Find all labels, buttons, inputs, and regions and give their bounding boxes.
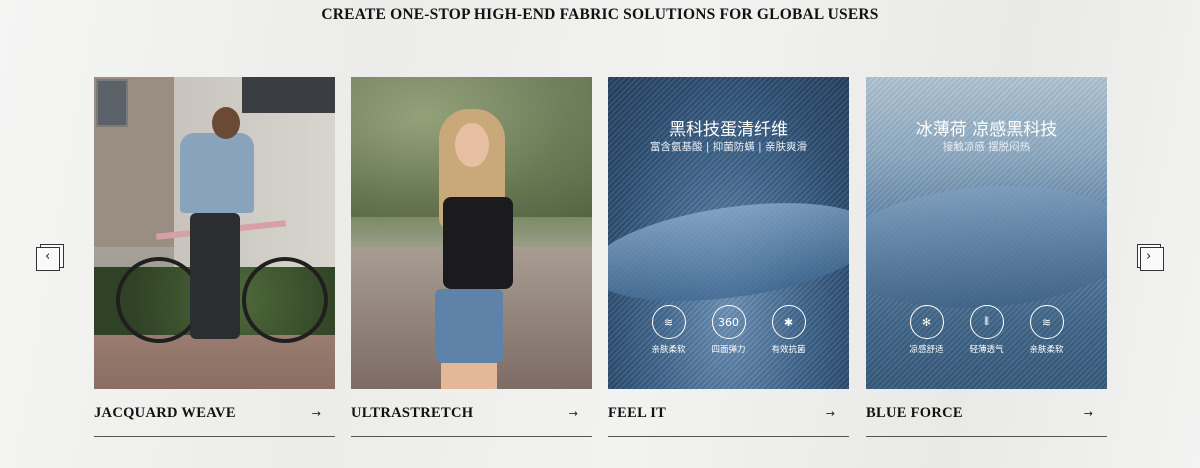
wave-icon: ≋ bbox=[651, 305, 686, 339]
card-caption[interactable]: FEEL IT → bbox=[608, 389, 849, 437]
wave-icon: ≋ bbox=[1029, 305, 1064, 339]
feature-badge: ≋ 亲肤柔软 bbox=[1027, 305, 1067, 355]
product-card-blue-force[interactable]: 冰薄荷 凉感黑科技 接触凉感 摆脱闷热 ✻ 凉感舒适 ⫴ 轻薄透气 ≋ 亲肤柔软… bbox=[866, 77, 1107, 437]
feature-badges: ≋ 亲肤柔软 360 四面弹力 ✱ 有效抗菌 bbox=[608, 305, 849, 355]
card-title[interactable]: BLUE FORCE bbox=[866, 405, 963, 422]
card-caption[interactable]: ULTRASTRETCH → bbox=[351, 389, 592, 437]
next-button-face bbox=[1140, 247, 1164, 271]
feature-badge-label: 四面弹力 bbox=[711, 345, 746, 355]
arrow-right-icon[interactable]: → bbox=[826, 407, 835, 420]
overlay-title: 黑科技蛋清纤维 bbox=[669, 120, 788, 140]
arrow-right-icon[interactable]: → bbox=[1084, 407, 1093, 420]
card-title[interactable]: JACQUARD WEAVE bbox=[94, 405, 236, 422]
product-photo-denim-fabric[interactable]: 冰薄荷 凉感黑科技 接触凉感 摆脱闷热 ✻ 凉感舒适 ⫴ 轻薄透气 ≋ 亲肤柔软 bbox=[866, 77, 1107, 389]
feature-badge: ≋ 亲肤柔软 bbox=[649, 305, 689, 355]
card-caption[interactable]: BLUE FORCE → bbox=[866, 389, 1107, 437]
card-title[interactable]: ULTRASTRETCH bbox=[351, 405, 473, 422]
anti-mite-icon: ✱ bbox=[771, 305, 806, 339]
breathable-icon: ⫴ bbox=[969, 305, 1004, 339]
feature-badges: ✻ 凉感舒适 ⫴ 轻薄透气 ≋ 亲肤柔软 bbox=[866, 305, 1107, 355]
stretch-360-icon: 360 bbox=[711, 305, 746, 339]
card-caption[interactable]: JACQUARD WEAVE → bbox=[94, 389, 335, 437]
product-card-feel-it[interactable]: 黑科技蛋清纤维 富含氨基酸 | 抑菌防螨 | 亲肤爽滑 ≋ 亲肤柔软 360 四… bbox=[608, 77, 849, 437]
card-title[interactable]: FEEL IT bbox=[608, 405, 666, 422]
overlay-subtitle: 接触凉感 摆脱闷热 bbox=[942, 141, 1031, 153]
product-photo-man-bicycle[interactable] bbox=[94, 77, 335, 389]
feature-badge: ✱ 有效抗菌 bbox=[769, 305, 809, 355]
chevron-right-icon: › bbox=[1146, 249, 1152, 264]
arrow-right-icon[interactable]: → bbox=[569, 407, 578, 420]
product-photo-woman-park[interactable] bbox=[351, 77, 592, 389]
overlay-subtitle: 富含氨基酸 | 抑菌防螨 | 亲肤爽滑 bbox=[650, 141, 807, 153]
product-card-ultrastretch[interactable]: ULTRASTRETCH → bbox=[351, 77, 592, 437]
product-card-jacquard-weave[interactable]: JACQUARD WEAVE → bbox=[94, 77, 335, 437]
feature-badge: ⫴ 轻薄透气 bbox=[967, 305, 1007, 355]
chevron-left-icon: ‹ bbox=[45, 249, 51, 264]
carousel-prev-button[interactable]: ‹ bbox=[36, 244, 64, 272]
feature-badge: 360 四面弹力 bbox=[709, 305, 749, 355]
carousel-next-button[interactable]: › bbox=[1137, 244, 1165, 272]
page-headline: CREATE ONE-STOP HIGH-END FABRIC SOLUTION… bbox=[321, 6, 879, 23]
feature-badge-label: 凉感舒适 bbox=[909, 345, 944, 355]
feature-badge-label: 亲肤柔软 bbox=[1029, 345, 1064, 355]
feature-badge-label: 轻薄透气 bbox=[969, 345, 1004, 355]
feature-badge-label: 有效抗菌 bbox=[771, 345, 806, 355]
arrow-right-icon[interactable]: → bbox=[312, 407, 321, 420]
overlay-title: 冰薄荷 凉感黑科技 bbox=[915, 120, 1058, 140]
product-photo-denim-fabric[interactable]: 黑科技蛋清纤维 富含氨基酸 | 抑菌防螨 | 亲肤爽滑 ≋ 亲肤柔软 360 四… bbox=[608, 77, 849, 389]
mint-leaf-icon: ✻ bbox=[909, 305, 944, 339]
feature-badge: ✻ 凉感舒适 bbox=[907, 305, 947, 355]
feature-badge-label: 亲肤柔软 bbox=[651, 345, 686, 355]
